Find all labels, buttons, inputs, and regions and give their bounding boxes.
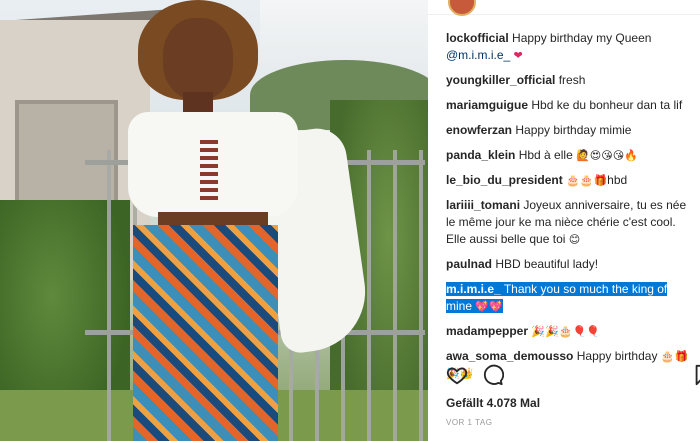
comment: youngkiller_official fresh	[446, 72, 696, 89]
comment-emoji: 🎉🎉🎂🎈🎈	[531, 325, 600, 338]
comment-username[interactable]: panda_klein	[446, 148, 515, 162]
comment: madampepper 🎉🎉🎂🎈🎈	[446, 323, 696, 340]
comment-username[interactable]: lockofficial	[446, 31, 509, 45]
photo-face	[163, 18, 233, 100]
photo-pants	[133, 225, 278, 441]
comment-icon[interactable]	[482, 364, 504, 386]
comment: enowferzan Happy birthday mimie	[446, 122, 696, 139]
comment-text: fresh	[558, 73, 586, 87]
like-count[interactable]: Gefällt 4.078 Mal	[446, 396, 540, 410]
comment-text: Happy birthday my Queen	[512, 31, 652, 45]
post-photo[interactable]	[0, 0, 428, 441]
comment-username[interactable]: le_bio_du_president	[446, 173, 563, 187]
comment: lockofficial Happy birthday my Queen @m.…	[446, 30, 696, 64]
comment-list: lockofficial Happy birthday my Queen @m.…	[446, 30, 696, 390]
comment-username[interactable]: youngkiller_official	[446, 73, 555, 87]
action-bar	[446, 364, 700, 390]
comment-selected: m.i.m.i.e_ Thank you so much the king of…	[446, 281, 696, 315]
comments-panel: lockofficial Happy birthday my Queen @m.…	[428, 0, 700, 441]
comment: panda_klein Hbd à elle 🙋😍😘😘🔥	[446, 147, 696, 164]
post-header	[428, 0, 700, 16]
comment: paulnad HBD beautiful lady!	[446, 256, 696, 273]
comment-username[interactable]: madampepper	[446, 324, 528, 338]
comment: le_bio_du_president 🎂🎂🎁hbd	[446, 172, 696, 189]
comment-text: Hbd ke du bonheur dan ta lif	[531, 98, 683, 112]
comment: lariiii_tomani Joyeux anniversaire, tu e…	[446, 197, 696, 248]
comment-username[interactable]: lariiii_tomani	[446, 198, 520, 212]
comment-mention[interactable]: @m.i.m.i.e_	[446, 48, 510, 62]
comment-username[interactable]: mariamguigue	[446, 98, 528, 112]
photo-lace	[200, 140, 218, 200]
comment-emoji: 🙋😍😘😘🔥	[576, 149, 638, 162]
comment-username[interactable]: enowferzan	[446, 123, 512, 137]
comment-text: hbd	[607, 173, 628, 187]
comment-text: Happy birthday mimie	[515, 123, 632, 137]
comment-text: HBD beautiful lady!	[495, 257, 599, 271]
bookmark-icon[interactable]	[692, 364, 700, 386]
comment-username[interactable]: awa_soma_demousso	[446, 349, 573, 363]
comment-emoji: 😊	[568, 233, 581, 246]
post-timestamp[interactable]: VOR 1 TAG	[446, 418, 492, 427]
photo-person	[118, 0, 373, 441]
comment: mariamguigue Hbd ke du bonheur dan ta li…	[446, 97, 696, 114]
heart-emoji: ❤	[513, 49, 523, 62]
comment-text: Hbd à elle	[518, 148, 573, 162]
avatar[interactable]	[448, 0, 476, 16]
comment-username[interactable]: paulnad	[446, 257, 492, 271]
comment-emoji: 💖💖	[475, 300, 503, 313]
comment-emoji: 🎂🎂🎁	[566, 174, 608, 187]
comment-text: Happy birthday	[576, 349, 658, 363]
comment-username[interactable]: m.i.m.i.e_	[446, 282, 501, 296]
heart-icon[interactable]	[446, 364, 468, 386]
